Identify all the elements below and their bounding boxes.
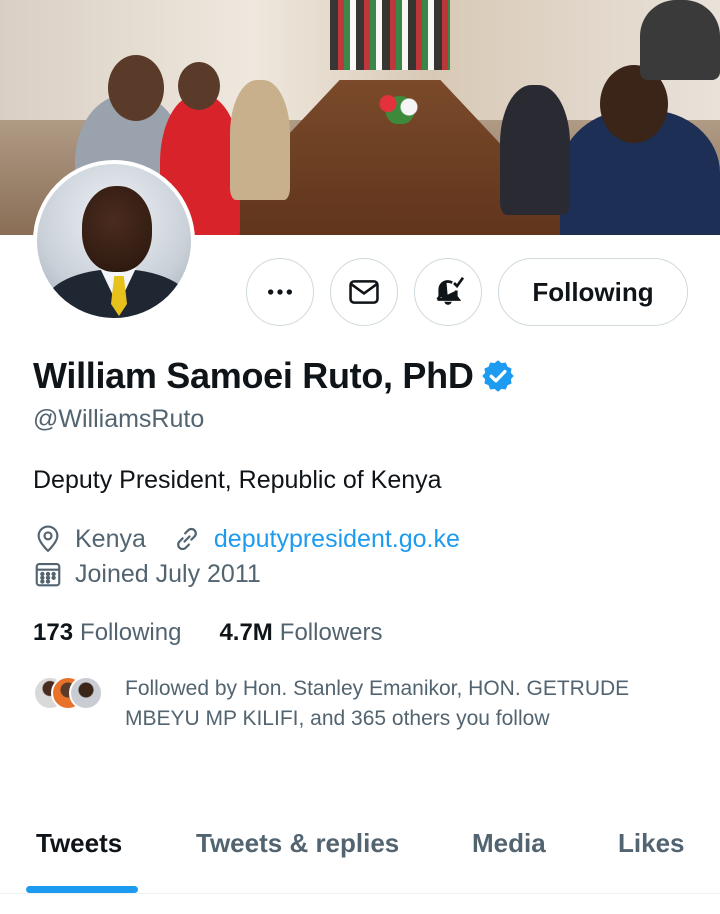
tabs-divider: [0, 893, 720, 894]
following-stat-link[interactable]: 173 Following: [33, 619, 181, 647]
follower-avatar: [69, 676, 103, 710]
banner-flowers: [370, 90, 430, 124]
followers-count: 4.7M: [219, 619, 273, 646]
more-button[interactable]: [246, 258, 314, 326]
profile-website-link[interactable]: deputypresident.go.ke: [214, 525, 460, 554]
message-button[interactable]: [330, 258, 398, 326]
profile-joined-row: Joined July 2011: [33, 559, 261, 589]
profile-handle: @WilliamsRuto: [33, 405, 205, 433]
link-icon: [176, 527, 197, 551]
tab-likes[interactable]: Likes: [618, 828, 685, 859]
calendar-icon: [35, 562, 61, 587]
avatar-face: [82, 186, 152, 272]
profile-location: Kenya: [75, 524, 146, 553]
followers-stat-link[interactable]: 4.7M Followers: [219, 619, 382, 647]
profile-tabs: Tweets Tweets & replies Media Likes: [0, 808, 720, 894]
followed-by-avatars: [33, 676, 103, 712]
following-count: 173: [33, 619, 74, 646]
name-row: William Samoei Ruto, PhD: [33, 355, 516, 397]
banner-person-head: [178, 62, 220, 110]
active-tab-indicator: [26, 886, 138, 893]
banner-flags: [330, 0, 450, 70]
profile-joined-date: Joined July 2011: [75, 559, 261, 588]
bell-check-icon: [436, 276, 465, 305]
following-button[interactable]: Following: [498, 258, 688, 326]
envelope-icon: [349, 280, 379, 304]
profile-avatar[interactable]: [33, 160, 195, 322]
location-pin-icon: [37, 525, 59, 553]
followers-label: Followers: [279, 619, 383, 646]
notifications-button[interactable]: [414, 258, 482, 326]
banner-person: [500, 85, 570, 215]
profile-meta-row: Kenya deputypresident.go.ke: [33, 524, 460, 554]
following-label: Following: [80, 619, 182, 646]
followed-by-link[interactable]: Followed by Hon. Stanley Emanikor, HON. …: [33, 674, 685, 734]
tab-tweets[interactable]: Tweets: [36, 828, 122, 859]
tab-tweets-and-replies[interactable]: Tweets & replies: [196, 828, 399, 859]
more-horizontal-icon: [268, 289, 292, 295]
display-name: William Samoei Ruto, PhD: [33, 355, 474, 396]
followed-by-text: Followed by Hon. Stanley Emanikor, HON. …: [125, 677, 630, 730]
tab-media[interactable]: Media: [472, 828, 546, 859]
profile-bio: Deputy President, Republic of Kenya: [33, 466, 442, 494]
banner-person: [230, 80, 290, 200]
verified-badge-icon: [481, 360, 514, 392]
banner-person: [640, 0, 720, 80]
profile-stats: 173 Following 4.7M Followers: [33, 619, 421, 647]
banner-person-head: [108, 55, 164, 121]
